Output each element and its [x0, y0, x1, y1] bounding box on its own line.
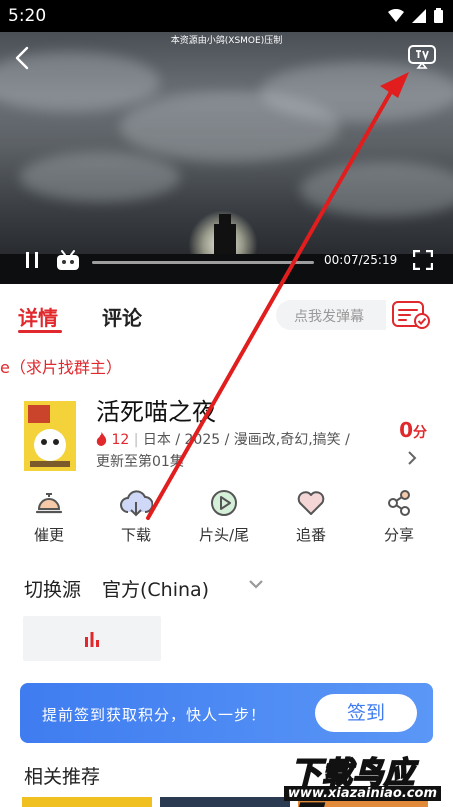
episode-button[interactable]	[23, 616, 161, 661]
wifi-icon	[388, 8, 404, 22]
progress-bar[interactable]	[92, 261, 314, 264]
danmaku-toggle-icon[interactable]	[56, 249, 80, 271]
share-icon	[388, 490, 410, 516]
anime-score: 0分	[399, 418, 427, 442]
danmaku-input[interactable]: 点我发弹幕	[276, 300, 386, 330]
action-download-button[interactable]: 下载	[101, 488, 171, 545]
pause-icon[interactable]	[24, 250, 40, 270]
checkin-button[interactable]: 签到	[315, 694, 417, 732]
tv-cast-icon[interactable]	[407, 44, 437, 70]
action-follow-button[interactable]: 追番	[276, 488, 346, 545]
chevron-down-icon[interactable]	[248, 578, 264, 590]
tab-comments[interactable]: 评论	[102, 302, 142, 331]
back-icon[interactable]	[14, 46, 30, 70]
tab-detail[interactable]: 详情	[18, 302, 58, 331]
video-caption: 本资源由小鸽(XSMOE)压制	[170, 36, 283, 46]
fullscreen-icon[interactable]	[413, 250, 433, 270]
status-bar: 5:20	[0, 0, 453, 32]
bell-icon	[35, 493, 63, 514]
tabs-bar: 详情 评论 点我发弹幕	[0, 284, 453, 348]
chevron-right-icon[interactable]	[407, 450, 417, 466]
status-time: 5:20	[8, 6, 47, 26]
playback-time: 00:07/25:19	[324, 253, 398, 267]
player-controls: 00:07/25:19	[0, 238, 453, 284]
fire-icon	[96, 432, 107, 446]
checkin-text: 提前签到获取积分，快人一步！	[42, 706, 267, 724]
site-watermark: 下载鸟应用 www.xiazainiao.com	[283, 748, 443, 807]
heat-count: 12	[111, 432, 130, 448]
tab-active-indicator	[18, 330, 62, 333]
action-remind-button[interactable]: 催更	[14, 488, 84, 545]
signal-icon	[412, 8, 426, 23]
anime-poster[interactable]	[24, 401, 76, 471]
playing-bars-icon	[85, 632, 99, 647]
source-label: 切换源	[24, 579, 82, 601]
anime-tags: 日本 / 2025 / 漫画改,奇幻,搞笑 /	[142, 432, 350, 448]
source-select[interactable]: 官方(China)	[102, 575, 209, 602]
related-thumb[interactable]	[22, 797, 152, 807]
anime-update-status: 更新至第01集	[96, 454, 184, 470]
action-intro-outro-button[interactable]: 片头/尾	[189, 488, 259, 545]
related-section-title: 相关推荐	[24, 766, 101, 788]
action-row: 催更 下载 片头/尾 追番 分享	[0, 488, 453, 552]
watermark-url: www.xiazainiao.com	[283, 786, 441, 801]
cloud-download-icon	[120, 490, 153, 517]
heart-icon	[297, 491, 325, 515]
related-thumb[interactable]	[160, 797, 290, 807]
anime-title: 活死喵之夜	[96, 398, 216, 426]
danmaku-settings-icon[interactable]	[392, 300, 432, 330]
group-notice-marquee[interactable]: e（求片找群主）	[0, 354, 122, 378]
checkin-banner: 提前签到获取积分，快人一步！ 签到	[20, 683, 433, 743]
play-circle-icon	[211, 490, 237, 516]
anime-meta: 12 | 日本 / 2025 / 漫画改,奇幻,搞笑 /	[96, 429, 350, 449]
battery-icon	[434, 8, 443, 23]
video-player[interactable]: 本资源由小鸽(XSMOE)压制 00:07/25:19	[0, 32, 453, 284]
action-share-button[interactable]: 分享	[364, 488, 434, 545]
